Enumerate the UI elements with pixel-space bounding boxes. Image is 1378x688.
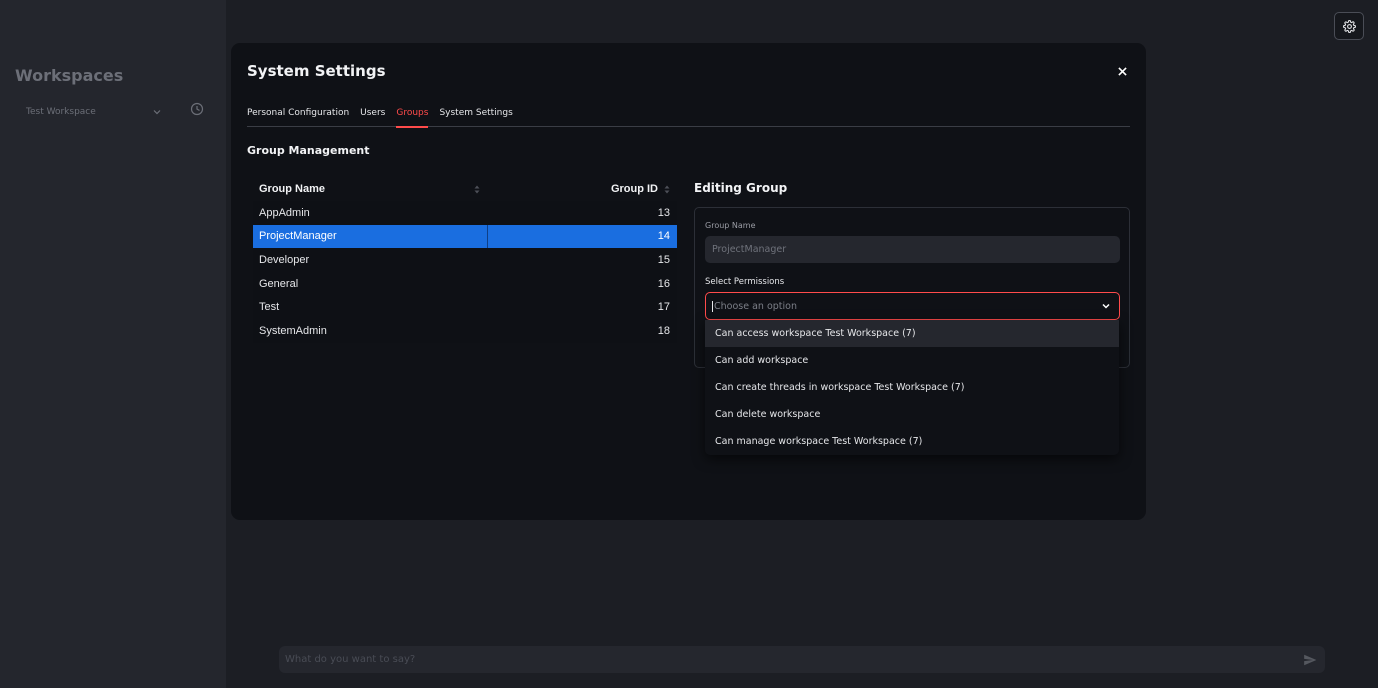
sort-icon (664, 185, 670, 193)
modal-title: System Settings (247, 62, 386, 80)
table-row-selected[interactable]: ProjectManager 14 (253, 224, 677, 249)
permissions-dropdown: Can access workspace Test Workspace (7) … (705, 320, 1119, 455)
section-title: Group Management (247, 144, 370, 157)
sidebar-title: Workspaces (15, 66, 124, 85)
send-icon[interactable] (1303, 653, 1317, 667)
groups-table: Group Name Group ID AppAdmin 13 ProjectM… (253, 177, 677, 343)
cell-group-id: 18 (657, 324, 670, 337)
tab-personal-configuration[interactable]: Personal Configuration (247, 107, 349, 127)
sidebar: Workspaces Test Workspace (0, 0, 226, 688)
header-group-name[interactable]: Group Name (253, 177, 488, 201)
permission-option[interactable]: Can delete workspace (705, 401, 1119, 428)
group-name-input[interactable] (705, 236, 1120, 263)
gear-icon (1342, 19, 1356, 33)
chevron-down-icon (1102, 303, 1110, 309)
chat-input[interactable] (285, 654, 1303, 665)
sort-icon (474, 185, 480, 193)
table-row[interactable]: Test 17 (253, 295, 677, 319)
cell-group-name: SystemAdmin (259, 324, 327, 337)
permissions-placeholder: Choose an option (712, 300, 797, 312)
cell-group-name: General (259, 277, 299, 290)
settings-tabs: Personal Configuration Users Groups Syst… (247, 107, 1130, 128)
close-button[interactable] (1115, 64, 1129, 78)
cell-group-id: 17 (657, 301, 670, 314)
cell-group-id: 14 (657, 230, 670, 243)
cell-group-id: 15 (657, 253, 670, 266)
editing-group-title: Editing Group (694, 181, 788, 195)
cell-group-id: 13 (657, 206, 670, 219)
close-icon (1117, 66, 1127, 76)
permission-option[interactable]: Can add workspace (705, 347, 1119, 374)
header-group-id[interactable]: Group ID (488, 177, 677, 201)
table-row[interactable]: Developer 15 (253, 248, 677, 272)
chat-input-bar (279, 646, 1325, 673)
group-name-label: Group Name (705, 221, 756, 230)
table-row[interactable]: AppAdmin 13 (253, 201, 677, 225)
workspace-select-value: Test Workspace (26, 107, 96, 117)
permission-option[interactable]: Can manage workspace Test Workspace (7) (705, 428, 1119, 455)
settings-button[interactable] (1334, 12, 1364, 40)
permission-option[interactable]: Can access workspace Test Workspace (7) (705, 320, 1119, 347)
header-group-name-label: Group Name (259, 183, 326, 195)
cell-group-name: Developer (259, 253, 310, 266)
add-workspace-icon[interactable] (190, 102, 204, 116)
tab-groups[interactable]: Groups (396, 107, 429, 128)
permissions-label: Select Permissions (705, 277, 785, 287)
table-row[interactable]: SystemAdmin 18 (253, 318, 677, 343)
workspace-select[interactable]: Test Workspace (26, 104, 162, 120)
tab-users[interactable]: Users (360, 107, 385, 127)
table-row[interactable]: General 16 (253, 271, 677, 296)
table-header: Group Name Group ID (253, 177, 677, 201)
permissions-select[interactable]: Choose an option (705, 292, 1120, 320)
cell-group-id: 16 (657, 277, 670, 290)
cell-group-name: Test (259, 301, 280, 314)
permission-option[interactable]: Can create threads in workspace Test Wor… (705, 374, 1119, 401)
header-group-id-label: Group ID (610, 183, 658, 195)
cell-group-name: ProjectManager (253, 224, 488, 249)
cell-group-name: AppAdmin (259, 206, 310, 219)
tab-system-settings[interactable]: System Settings (439, 107, 512, 127)
chevron-down-icon (153, 110, 161, 115)
